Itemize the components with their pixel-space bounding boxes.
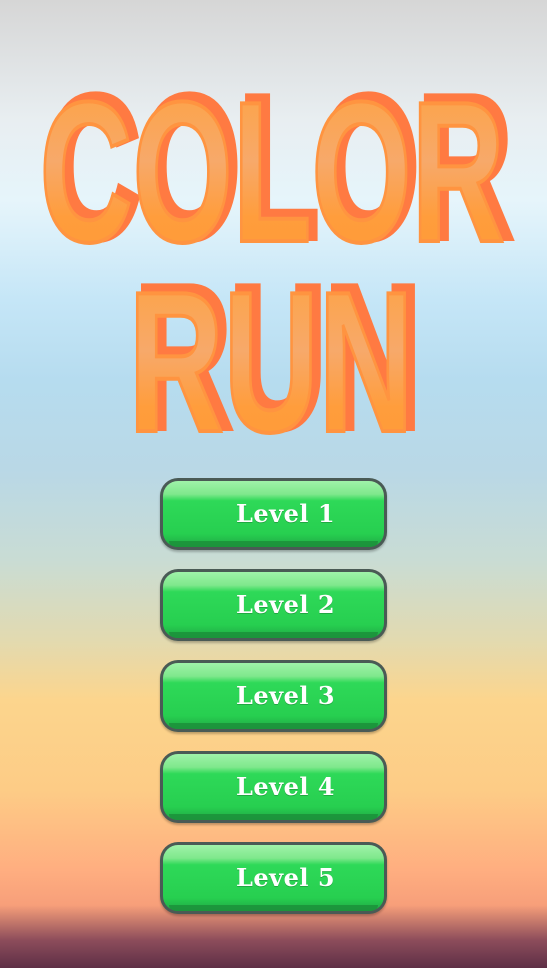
level-select-menu: Level 1 Level 2 Level 3 Level 4 Level 5 [160, 478, 387, 933]
button-face: Level 5 [163, 845, 384, 911]
button-face: Level 3 [163, 663, 384, 729]
level-1-label: Level 1 [235, 499, 336, 528]
level-2-label: Level 2 [235, 590, 336, 619]
level-5-label: Level 5 [235, 863, 336, 892]
level-4-button[interactable]: Level 4 [160, 751, 387, 823]
level-1-button[interactable]: Level 1 [160, 478, 387, 550]
level-4-label: Level 4 [235, 772, 336, 801]
level-3-button[interactable]: Level 3 [160, 660, 387, 732]
title-line-2: RUN [129, 251, 414, 450]
button-face: Level 4 [163, 754, 384, 820]
level-5-button[interactable]: Level 5 [160, 842, 387, 914]
button-face: Level 1 [163, 481, 384, 547]
level-2-button[interactable]: Level 2 [160, 569, 387, 641]
game-title-logo: COLOR COLOR RUN RUN [0, 40, 547, 450]
button-face: Level 2 [163, 572, 384, 638]
level-3-label: Level 3 [235, 681, 336, 710]
